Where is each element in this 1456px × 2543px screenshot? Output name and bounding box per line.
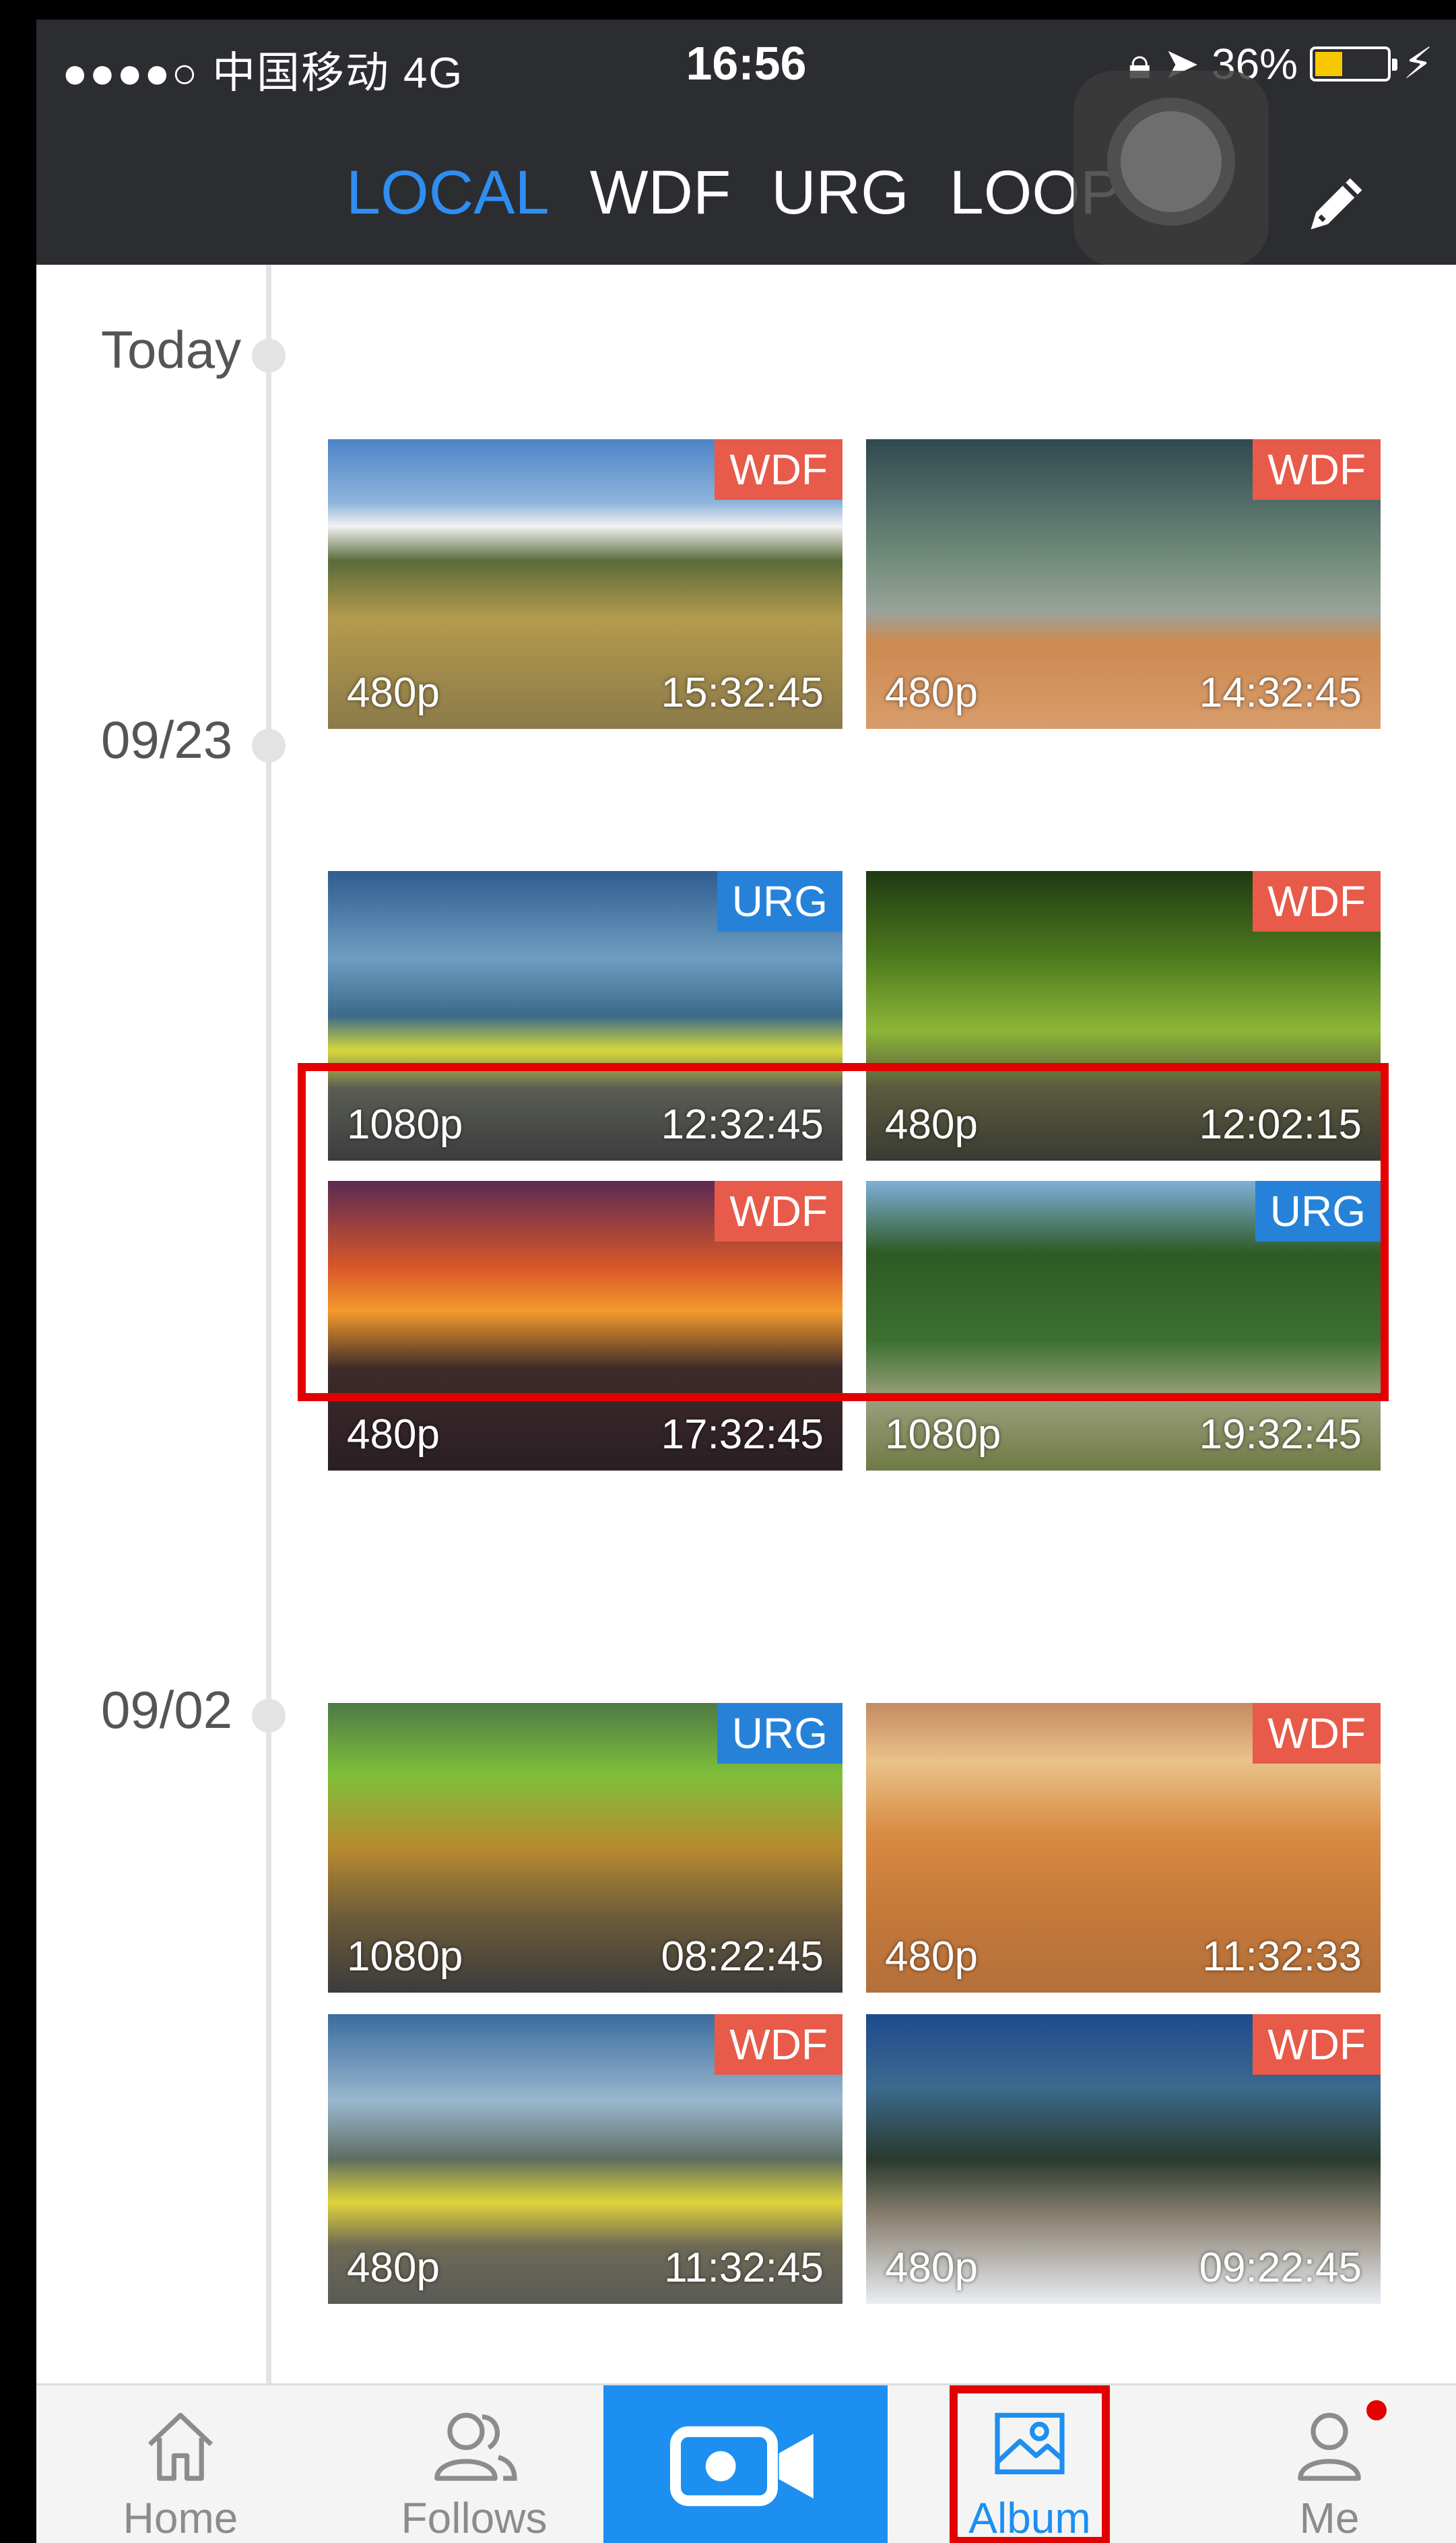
video-thumbnail[interactable]: WDF 480p 11:32:33	[866, 1703, 1381, 1993]
video-resolution: 1080p	[347, 1933, 463, 1980]
video-time: 17:32:45	[661, 1411, 824, 1458]
date-label-0923: 09/23	[101, 710, 233, 769]
date-label-0902: 09/02	[101, 1680, 233, 1739]
me-icon	[1298, 2412, 1361, 2481]
tab-urg[interactable]: URG	[771, 158, 908, 228]
video-resolution: 480p	[347, 1411, 440, 1458]
video-tag: WDF	[1253, 2014, 1381, 2075]
timeline-dot	[252, 729, 286, 763]
date-label-today: Today	[101, 320, 242, 379]
selection-highlight-box	[298, 1063, 1389, 1401]
video-time: 11:32:33	[1202, 1933, 1362, 1980]
video-tag: WDF	[715, 2014, 842, 2075]
nav-home[interactable]: Home	[100, 2385, 261, 2543]
timeline-dot	[252, 1699, 286, 1733]
video-tag: WDF	[1253, 439, 1381, 500]
nav-follows-label: Follows	[401, 2494, 548, 2542]
filter-tabs: LOCAL WDF URG LOOP	[346, 158, 1121, 228]
nav-follows[interactable]: Follows	[380, 2385, 568, 2543]
camera-icon	[670, 2426, 814, 2507]
tab-local[interactable]: LOCAL	[346, 158, 550, 228]
video-thumbnail[interactable]: WDF 480p 15:32:45	[328, 439, 842, 729]
video-tag: WDF	[1253, 871, 1381, 932]
video-thumbnail[interactable]: WDF 480p 09:22:45	[866, 2014, 1381, 2304]
video-tag: WDF	[715, 439, 842, 500]
video-resolution: 480p	[885, 670, 978, 716]
charging-icon: ⚡︎	[1403, 39, 1433, 88]
video-thumbnail[interactable]: WDF 480p 14:32:45	[866, 439, 1381, 729]
album-highlight-box	[950, 2385, 1110, 2543]
video-thumbnail[interactable]: WDF 480p 11:32:45	[328, 2014, 842, 2304]
record-button[interactable]	[603, 2385, 888, 2543]
battery-icon	[1310, 46, 1398, 82]
timeline-dot	[252, 339, 286, 373]
video-time: 15:32:45	[661, 670, 824, 716]
video-time: 19:32:45	[1199, 1411, 1362, 1458]
nav-home-label: Home	[123, 2494, 238, 2542]
video-tag: URG	[717, 871, 842, 932]
tab-wdf[interactable]: WDF	[590, 158, 731, 228]
video-time: 09:22:45	[1199, 2245, 1362, 2291]
video-time: 11:32:45	[664, 2245, 824, 2291]
video-resolution: 1080p	[885, 1411, 1001, 1458]
video-time: 08:22:45	[661, 1933, 824, 1980]
video-tag: WDF	[1253, 1703, 1381, 1764]
follows-icon	[434, 2412, 517, 2481]
notification-badge	[1366, 2400, 1387, 2420]
video-thumbnail[interactable]: URG 1080p 08:22:45	[328, 1703, 842, 1993]
nav-me-label: Me	[1299, 2494, 1360, 2542]
video-resolution: 480p	[885, 2245, 978, 2291]
video-resolution: 480p	[347, 2245, 440, 2291]
timeline-line	[266, 265, 271, 2383]
bottom-nav: Home Follows Album Me	[36, 2383, 1456, 2543]
pencil-edit-icon[interactable]	[1300, 166, 1374, 240]
top-bar: ●●●●○ 中国移动 4G 16:56 🔒︎ ➤ 36% ⚡︎ LOCAL WD…	[36, 20, 1456, 266]
video-time: 14:32:45	[1199, 670, 1362, 716]
assistive-touch-button[interactable]	[1073, 71, 1269, 266]
phone-screen: ●●●●○ 中国移动 4G 16:56 🔒︎ ➤ 36% ⚡︎ LOCAL WD…	[36, 20, 1456, 2543]
video-resolution: 480p	[347, 670, 440, 716]
home-icon	[147, 2412, 213, 2481]
video-resolution: 480p	[885, 1933, 978, 1980]
video-tag: URG	[717, 1703, 842, 1764]
album-content[interactable]: Today 09/23 09/02 WDF 480p 15:32:45 WDF …	[36, 265, 1456, 2383]
